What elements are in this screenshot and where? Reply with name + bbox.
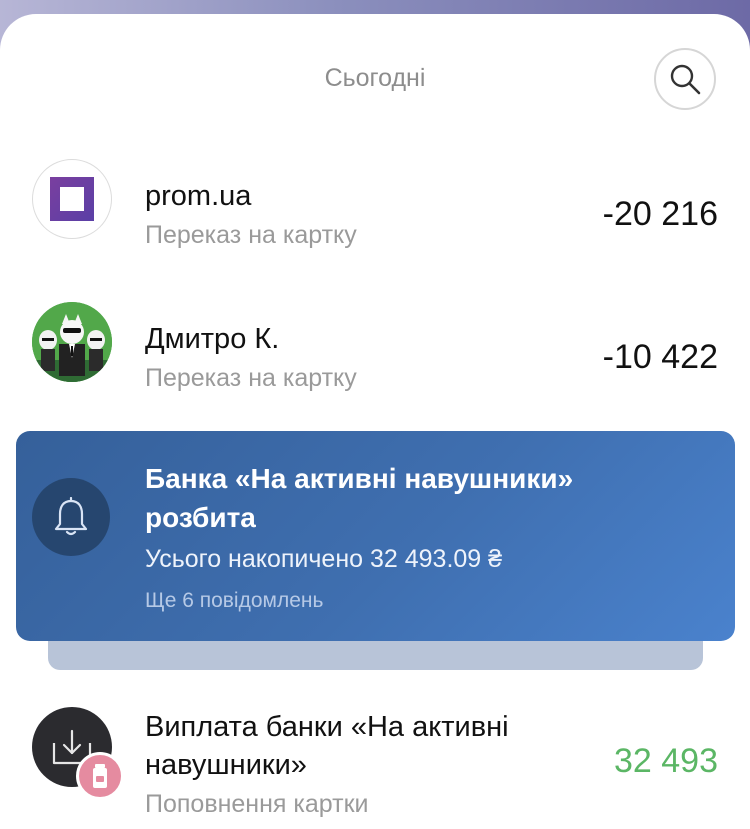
avatar <box>32 159 112 239</box>
notification-title: Банка «На активні навушники» розбита <box>145 463 574 533</box>
transaction-amount: -20 216 <box>602 195 718 233</box>
more-notifications-link[interactable]: Ще 6 повідомлень <box>145 589 323 613</box>
transaction-row[interactable]: Дмитро К. Переказ на картку -10 422 <box>0 302 750 412</box>
transaction-name: prom.ua <box>145 180 252 212</box>
transaction-name: Виплата банки «На активні навушники» <box>145 711 509 781</box>
transaction-subtitle: Переказ на картку <box>145 364 357 392</box>
notification-body: Усього накопичено 32 493.09 ₴ <box>145 545 503 573</box>
transaction-amount: -10 422 <box>602 338 718 376</box>
search-icon <box>670 64 701 95</box>
cats-avatar-icon <box>32 302 112 382</box>
jar-icon <box>93 764 107 788</box>
notification-icon <box>32 478 110 556</box>
transaction-name: Дмитро К. <box>145 323 280 355</box>
transaction-subtitle: Переказ на картку <box>145 221 357 249</box>
bell-icon <box>54 497 88 536</box>
transaction-subtitle: Поповнення картки <box>145 790 369 818</box>
page-title: Сьогодні <box>324 64 426 92</box>
transaction-amount: 32 493 <box>614 742 718 780</box>
avatar <box>32 302 112 382</box>
jar-badge <box>76 752 124 800</box>
search-button[interactable] <box>654 48 716 110</box>
transaction-row[interactable]: prom.ua Переказ на картку -20 216 <box>0 159 750 269</box>
prom-logo-icon <box>50 177 94 221</box>
transactions-sheet: Сьогодні prom.ua Переказ на картку -20 2… <box>0 14 750 829</box>
notification-card[interactable]: Банка «На активні навушники» розбита Усь… <box>16 431 735 641</box>
